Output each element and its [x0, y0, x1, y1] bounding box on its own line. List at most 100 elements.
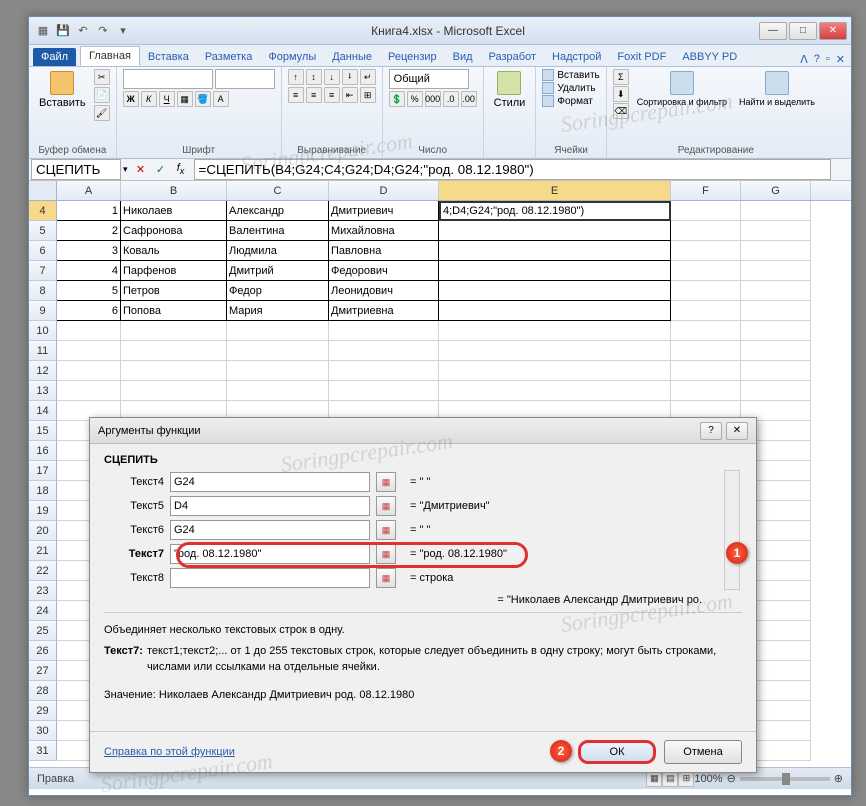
- cell[interactable]: [439, 281, 671, 301]
- align-top-icon[interactable]: ↑: [288, 69, 304, 85]
- tab-formulas[interactable]: Формулы: [260, 48, 324, 66]
- dialog-help-button[interactable]: ?: [700, 422, 722, 440]
- cell[interactable]: Михайловна: [329, 221, 439, 241]
- row-header[interactable]: 25: [29, 621, 57, 641]
- cell[interactable]: [227, 341, 329, 361]
- undo-icon[interactable]: ↶: [75, 23, 91, 39]
- align-center-icon[interactable]: ≡: [306, 87, 322, 103]
- tab-abbyy[interactable]: ABBYY PD: [674, 48, 745, 66]
- cell[interactable]: [671, 361, 741, 381]
- row-header[interactable]: 24: [29, 601, 57, 621]
- cell[interactable]: Федор: [227, 281, 329, 301]
- zoom-slider[interactable]: [740, 777, 830, 781]
- row-header[interactable]: 14: [29, 401, 57, 421]
- cell[interactable]: [671, 281, 741, 301]
- align-right-icon[interactable]: ≡: [324, 87, 340, 103]
- tab-foxit[interactable]: Foxit PDF: [609, 48, 674, 66]
- cell[interactable]: [671, 241, 741, 261]
- cell[interactable]: [439, 341, 671, 361]
- styles-button[interactable]: Стили: [490, 69, 530, 111]
- tab-developer[interactable]: Разработ: [481, 48, 544, 66]
- arg-input[interactable]: [170, 496, 370, 516]
- zoom-out-icon[interactable]: ⊖: [727, 772, 736, 785]
- args-scrollbar[interactable]: [724, 470, 740, 590]
- indent-dec-icon[interactable]: ⇤: [342, 87, 358, 103]
- border-icon[interactable]: ▦: [177, 91, 193, 107]
- col-header-g[interactable]: G: [741, 181, 811, 200]
- col-header-c[interactable]: C: [227, 181, 329, 200]
- arg-input[interactable]: [170, 472, 370, 492]
- tab-view[interactable]: Вид: [445, 48, 481, 66]
- cell[interactable]: 3: [57, 241, 121, 261]
- format-painter-icon[interactable]: 🖌: [94, 105, 110, 121]
- range-selector-icon[interactable]: ▦: [376, 496, 396, 516]
- col-header-a[interactable]: A: [57, 181, 121, 200]
- ok-button[interactable]: ОК: [578, 740, 656, 764]
- cell[interactable]: Парфенов: [121, 261, 227, 281]
- row-header[interactable]: 17: [29, 461, 57, 481]
- cell[interactable]: [121, 321, 227, 341]
- cell[interactable]: [671, 321, 741, 341]
- ribbon-close-icon[interactable]: ✕: [836, 53, 845, 66]
- dec-decimal-icon[interactable]: .00: [461, 91, 477, 107]
- maximize-button[interactable]: □: [789, 22, 817, 40]
- cell[interactable]: [671, 221, 741, 241]
- arg-input[interactable]: [170, 544, 370, 564]
- name-box[interactable]: [31, 159, 121, 180]
- cell-insert-button[interactable]: Вставить: [542, 69, 599, 81]
- row-header[interactable]: 5: [29, 221, 57, 241]
- row-header[interactable]: 12: [29, 361, 57, 381]
- cell[interactable]: [121, 381, 227, 401]
- row-header[interactable]: 15: [29, 421, 57, 441]
- cell[interactable]: [741, 261, 811, 281]
- cell[interactable]: [329, 381, 439, 401]
- currency-icon[interactable]: 💲: [389, 91, 405, 107]
- orientation-icon[interactable]: ⭭: [342, 69, 358, 85]
- row-header[interactable]: 10: [29, 321, 57, 341]
- cell[interactable]: [741, 281, 811, 301]
- arg-input[interactable]: [170, 568, 370, 588]
- cell[interactable]: [121, 341, 227, 361]
- help-link[interactable]: Справка по этой функции: [104, 746, 235, 758]
- cell[interactable]: Мария: [227, 301, 329, 321]
- cell[interactable]: [329, 321, 439, 341]
- cell[interactable]: 4: [57, 261, 121, 281]
- row-header[interactable]: 7: [29, 261, 57, 281]
- cell[interactable]: Павловна: [329, 241, 439, 261]
- range-selector-icon[interactable]: ▦: [376, 544, 396, 564]
- align-left-icon[interactable]: ≡: [288, 87, 304, 103]
- ribbon-restore-icon[interactable]: ▫: [826, 53, 830, 66]
- dialog-titlebar[interactable]: Аргументы функции ? ✕: [90, 418, 756, 444]
- comma-icon[interactable]: 000: [425, 91, 441, 107]
- cell[interactable]: [121, 361, 227, 381]
- row-header[interactable]: 4: [29, 201, 57, 221]
- range-selector-icon[interactable]: ▦: [376, 568, 396, 588]
- cell[interactable]: Петров: [121, 281, 227, 301]
- arg-input[interactable]: [170, 520, 370, 540]
- qat-dropdown-icon[interactable]: ▾: [115, 23, 131, 39]
- col-header-e[interactable]: E: [439, 181, 671, 200]
- find-select-button[interactable]: Найти и выделить: [735, 69, 819, 109]
- italic-icon[interactable]: К: [141, 91, 157, 107]
- save-icon[interactable]: 💾: [55, 23, 71, 39]
- cell[interactable]: [741, 241, 811, 261]
- cell[interactable]: [439, 381, 671, 401]
- cell[interactable]: Николаев: [121, 201, 227, 221]
- cell[interactable]: [671, 381, 741, 401]
- row-header[interactable]: 23: [29, 581, 57, 601]
- cell[interactable]: [439, 221, 671, 241]
- cell[interactable]: [439, 361, 671, 381]
- tab-data[interactable]: Данные: [324, 48, 380, 66]
- cell[interactable]: [671, 341, 741, 361]
- cell[interactable]: Дмитриевна: [329, 301, 439, 321]
- row-header[interactable]: 22: [29, 561, 57, 581]
- copy-icon[interactable]: 📄: [94, 87, 110, 103]
- tab-file[interactable]: Файл: [33, 48, 76, 66]
- inc-decimal-icon[interactable]: .0: [443, 91, 459, 107]
- cell[interactable]: [227, 361, 329, 381]
- cancel-formula-icon[interactable]: ✕: [132, 161, 150, 179]
- fill-icon[interactable]: ⬇: [613, 86, 629, 102]
- cut-icon[interactable]: ✂: [94, 69, 110, 85]
- row-header[interactable]: 21: [29, 541, 57, 561]
- cell[interactable]: [227, 381, 329, 401]
